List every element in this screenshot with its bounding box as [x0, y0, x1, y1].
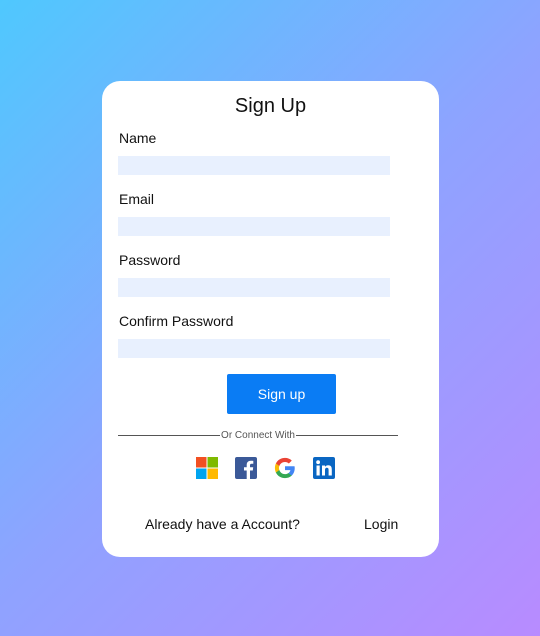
microsoft-icon[interactable] — [196, 457, 218, 479]
already-have-account-text: Already have a Account? — [145, 516, 300, 532]
facebook-icon[interactable] — [235, 457, 257, 479]
signup-button[interactable]: Sign up — [227, 374, 336, 414]
login-link[interactable]: Login — [364, 516, 398, 532]
divider-line-left — [118, 434, 221, 436]
name-label: Name — [119, 130, 157, 146]
email-label: Email — [119, 191, 155, 207]
email-field[interactable] — [118, 217, 390, 236]
password-field[interactable] — [118, 278, 390, 297]
confirm-password-field[interactable] — [118, 339, 390, 358]
social-login-row — [196, 457, 335, 479]
google-icon[interactable] — [274, 457, 296, 479]
or-connect-divider: Or Connect With — [118, 428, 399, 442]
password-label: Password — [119, 252, 181, 268]
divider-line-right — [295, 434, 399, 436]
page-title: Sign Up — [234, 95, 307, 117]
divider-text: Or Connect With — [221, 429, 295, 441]
linkedin-icon[interactable] — [313, 457, 335, 479]
confirm-password-label: Confirm Password — [119, 313, 234, 329]
name-field[interactable] — [118, 156, 390, 175]
signup-card: Sign Up Name Email Password Confirm Pass… — [102, 81, 439, 557]
